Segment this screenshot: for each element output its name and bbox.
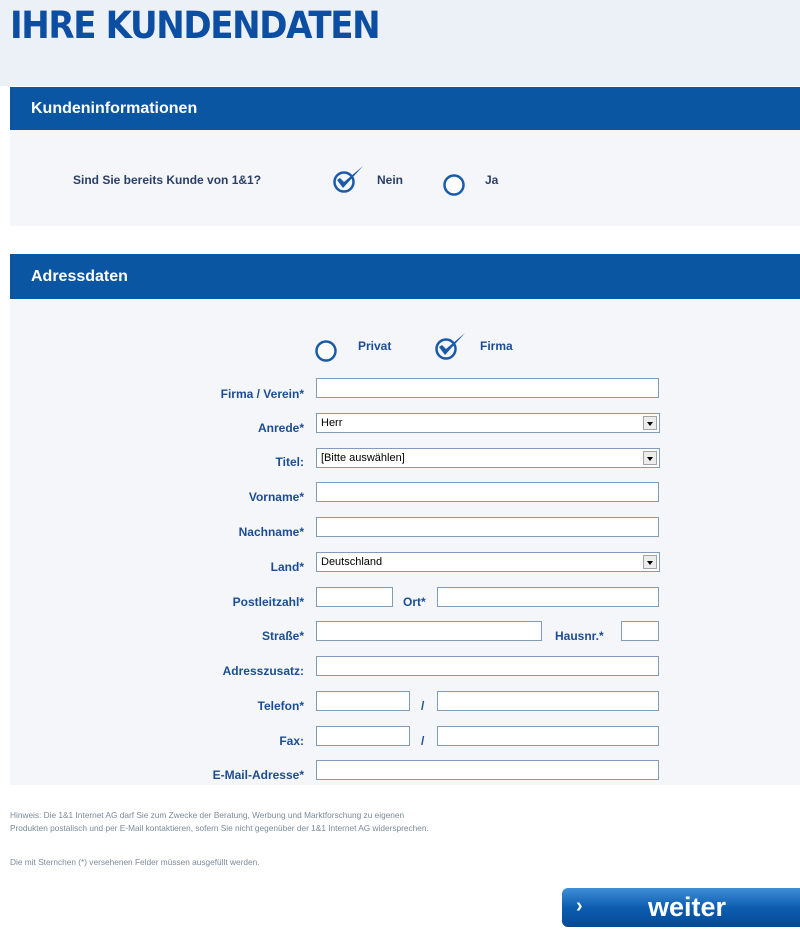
hausnr-input[interactable] xyxy=(621,621,659,641)
radio-nein-checked[interactable] xyxy=(331,163,367,200)
label-anrede: Anrede* xyxy=(257,421,304,435)
radio-privat[interactable] xyxy=(314,339,338,368)
label-telefon: Telefon* xyxy=(257,699,304,713)
radio-privat-label[interactable]: Privat xyxy=(358,339,391,353)
existing-customer-question: Sind Sie bereits Kunde von 1&1? xyxy=(73,173,262,187)
weiter-button[interactable]: › weiter xyxy=(562,888,800,927)
titel-select[interactable]: [Bitte auswählen] xyxy=(316,448,660,468)
kundeninfo-header: Kundeninformationen xyxy=(10,87,800,130)
adressdaten-panel: Privat Firma xyxy=(10,299,800,785)
vorname-input[interactable] xyxy=(316,482,659,502)
adresszusatz-input[interactable] xyxy=(316,656,659,676)
land-select-value: Deutschland xyxy=(321,556,383,568)
radio-ja-label[interactable]: Ja xyxy=(485,173,498,187)
nachname-input[interactable] xyxy=(316,517,659,537)
label-ort: Ort* xyxy=(403,595,426,609)
label-email: E-Mail-Adresse* xyxy=(212,768,304,782)
label-plz: Postleitzahl* xyxy=(232,595,304,609)
label-adresszusatz: Adresszusatz: xyxy=(222,664,304,678)
weiter-button-label: weiter xyxy=(648,892,727,922)
firma-input[interactable] xyxy=(316,378,659,398)
fax-vorwahl-input[interactable] xyxy=(316,726,410,746)
label-strasse: Straße* xyxy=(261,629,304,643)
chevron-down-icon[interactable] xyxy=(643,416,657,430)
hinweis-line-2: Produkten postalisch und per E-Mail kont… xyxy=(10,823,429,833)
label-fax: Fax: xyxy=(279,734,304,748)
radio-circle-icon xyxy=(443,174,465,196)
kundeninfo-panel: Sind Sie bereits Kunde von 1&1? Nein Ja xyxy=(10,130,800,226)
telefon-vorwahl-input[interactable] xyxy=(316,691,410,711)
label-hausnr: Hausnr.* xyxy=(555,629,604,643)
radio-ja[interactable] xyxy=(442,173,466,202)
ort-input[interactable] xyxy=(437,587,659,607)
label-land: Land* xyxy=(270,560,304,574)
hinweis-line-1: Hinweis: Die 1&1 Internet AG darf Sie zu… xyxy=(10,810,405,820)
telefon-nummer-input[interactable] xyxy=(437,691,659,711)
plz-input[interactable] xyxy=(316,587,393,607)
pflichtfelder-note: Die mit Sternchen (*) versehenen Felder … xyxy=(10,857,260,867)
anrede-select[interactable]: Herr xyxy=(316,413,660,433)
fax-separator: / xyxy=(421,734,425,748)
radio-firma-label[interactable]: Firma xyxy=(480,339,513,353)
telefon-separator: / xyxy=(421,699,425,713)
chevron-down-icon[interactable] xyxy=(643,555,657,569)
checkmark-radio-icon xyxy=(435,333,465,360)
radio-firma-checked[interactable] xyxy=(433,330,469,367)
email-input[interactable] xyxy=(316,760,659,780)
fax-nummer-input[interactable] xyxy=(437,726,659,746)
titel-select-value: [Bitte auswählen] xyxy=(321,452,405,464)
page-title: IHRE KUNDENDATEN xyxy=(10,4,381,47)
strasse-input[interactable] xyxy=(316,621,542,641)
land-select[interactable]: Deutschland xyxy=(316,552,660,572)
label-nachname: Nachname* xyxy=(238,525,304,539)
chevron-down-icon[interactable] xyxy=(643,451,657,465)
label-titel: Titel: xyxy=(275,455,304,469)
adressdaten-header: Adressdaten xyxy=(10,254,800,299)
label-firma: Firma / Verein* xyxy=(220,387,304,401)
chevron-right-icon: › xyxy=(576,895,583,917)
label-vorname: Vorname* xyxy=(248,490,304,504)
checkmark-radio-icon xyxy=(333,166,363,193)
kundeninfo-header-label: Kundeninformationen xyxy=(31,99,198,117)
radio-nein-label[interactable]: Nein xyxy=(377,173,403,187)
radio-circle-icon xyxy=(315,340,337,362)
adressdaten-header-label: Adressdaten xyxy=(31,267,128,285)
anrede-select-value: Herr xyxy=(321,417,343,429)
